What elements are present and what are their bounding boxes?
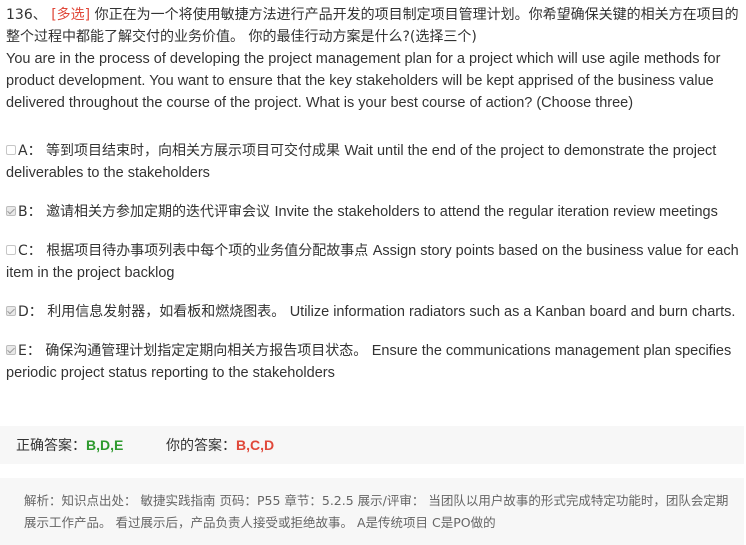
correct-answer-label: 正确答案：	[16, 438, 86, 454]
option-letter: D：	[18, 304, 43, 320]
option-text-zh: 根据项目待办事项列表中每个项的业务值分配故事点	[46, 243, 369, 259]
option-a-checkbox[interactable]	[6, 145, 16, 155]
options-list: A： 等到项目结束时，向相关方展示项目可交付成果 Wait until the …	[6, 140, 740, 401]
question-type-tag: [多选]	[51, 7, 91, 23]
option-b[interactable]: B： 邀请相关方参加定期的迭代评审会议 Invite the stakehold…	[6, 201, 740, 223]
question-stem: 136、 [多选] 你正在为一个将使用敏捷方法进行产品开发的项目制定项目管理计划…	[6, 4, 742, 114]
option-c[interactable]: C： 根据项目待办事项列表中每个项的业务值分配故事点 Assign story …	[6, 240, 740, 284]
option-e-checkbox[interactable]	[6, 345, 16, 355]
option-text-zh: 确保沟通管理计划指定定期向相关方报告项目状态。	[45, 343, 368, 359]
option-e[interactable]: E： 确保沟通管理计划指定定期向相关方报告项目状态。 Ensure the co…	[6, 340, 740, 384]
correct-answer-value: B,D,E	[86, 437, 124, 453]
option-letter: A：	[18, 143, 42, 159]
option-d-checkbox[interactable]	[6, 306, 16, 316]
option-a[interactable]: A： 等到项目结束时，向相关方展示项目可交付成果 Wait until the …	[6, 140, 740, 184]
option-c-checkbox[interactable]	[6, 245, 16, 255]
question-number: 136、	[6, 7, 47, 23]
option-letter: E：	[18, 343, 41, 359]
option-text-zh: 等到项目结束时，向相关方展示项目可交付成果	[46, 143, 341, 159]
your-answer: 你的答案：B,C,D	[166, 426, 274, 465]
question-text-en: You are in the process of developing the…	[6, 51, 721, 111]
option-letter: C：	[18, 243, 42, 259]
option-text-en: Utilize information radiators such as a …	[289, 304, 736, 320]
answer-panel: 正确答案：B,D,E 你的答案：B,C,D	[0, 426, 744, 464]
explanation-panel: 解析：知识点出处： 敏捷实践指南 页码：P55 章节：5.2.5 展示/评审： …	[0, 478, 744, 545]
question-text-zh: 你正在为一个将使用敏捷方法进行产品开发的项目制定项目管理计划。你希望确保关键的相…	[6, 7, 739, 45]
option-d[interactable]: D： 利用信息发射器，如看板和燃烧图表。 Utilize information…	[6, 301, 740, 323]
option-letter: B：	[18, 204, 42, 220]
your-answer-value: B,C,D	[236, 437, 275, 453]
option-text-en: Invite the stakeholders to attend the re…	[274, 204, 718, 220]
option-b-checkbox[interactable]	[6, 206, 16, 216]
explanation-text: 解析：知识点出处： 敏捷实践指南 页码：P55 章节：5.2.5 展示/评审： …	[24, 493, 729, 530]
option-text-zh: 利用信息发射器，如看板和燃烧图表。	[47, 304, 286, 320]
correct-answer: 正确答案：B,D,E	[16, 426, 123, 465]
option-text-zh: 邀请相关方参加定期的迭代评审会议	[46, 204, 271, 220]
your-answer-label: 你的答案：	[166, 438, 236, 454]
